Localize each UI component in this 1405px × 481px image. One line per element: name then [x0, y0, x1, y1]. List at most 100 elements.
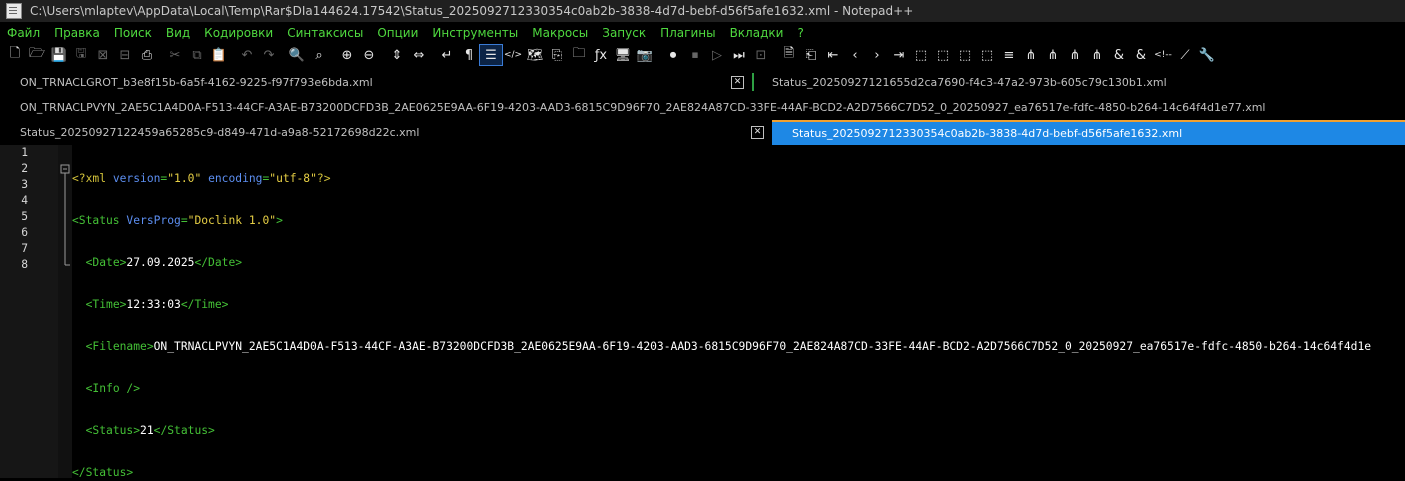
next-icon[interactable]: ›: [866, 45, 888, 65]
first-icon[interactable]: ⇤: [822, 45, 844, 65]
function-list-icon[interactable]: ⎘: [546, 45, 568, 65]
tab-bar: ON_TRNACLGROT_b3e8f15b-6a5f-4162-9225-f9…: [0, 70, 1405, 145]
redo-icon[interactable]: ↷: [258, 45, 280, 65]
save-all-icon[interactable]: 🖫: [70, 45, 92, 65]
save-icon[interactable]: 💾: [48, 45, 70, 65]
menu-item-12[interactable]: ?: [790, 26, 810, 40]
play-macro-icon[interactable]: ▷: [706, 45, 728, 65]
indent-guide-icon[interactable]: ☰: [479, 44, 503, 66]
close-tab-icon[interactable]: ✕: [751, 126, 764, 139]
undo-icon[interactable]: ↶: [236, 45, 258, 65]
ampersand-strike-icon[interactable]: &: [1130, 45, 1152, 65]
code-line-6: <Info />: [85, 382, 141, 395]
copy-icon[interactable]: ⧉: [186, 45, 208, 65]
paste-icon[interactable]: 📋: [208, 45, 230, 65]
tree-b-icon[interactable]: ⋔: [1042, 45, 1064, 65]
close-tab-icon[interactable]: ✕: [731, 76, 744, 89]
last-icon[interactable]: ⇥: [888, 45, 910, 65]
close-all-icon[interactable]: ⊟: [114, 45, 136, 65]
word-wrap-icon[interactable]: ↵: [436, 45, 458, 65]
sync-horizontal-icon[interactable]: ⇔: [408, 45, 430, 65]
tab-on-trnaclgrot[interactable]: ON_TRNACLGROT_b3e8f15b-6a5f-4162-9225-f9…: [0, 70, 750, 95]
xml-icon[interactable]: </>: [502, 45, 524, 65]
editor[interactable]: 1 2 3 4 5 6 7 8 <?xml version="1.0" encoding="u…: [0, 145, 1405, 478]
code-area[interactable]: <?xml version="1.0" encoding="utf-8"?> <…: [72, 145, 1405, 478]
show-all-chars-icon[interactable]: ¶: [458, 45, 480, 65]
menu-item-7[interactable]: Инструменты: [425, 26, 525, 40]
plugin-c-icon[interactable]: ⬚: [954, 45, 976, 65]
prev-icon[interactable]: ‹: [844, 45, 866, 65]
new-file-icon[interactable]: 🗋: [4, 45, 26, 65]
line-number: 8: [21, 258, 28, 271]
tab-on-trnaclpvyn[interactable]: ON_TRNACLPVYN_2AE5C1A4D0A-F513-44CF-A3AE…: [0, 95, 1405, 120]
tab-status-121655[interactable]: Status_20250927121655d2ca7690-f4c3-47a2-…: [752, 70, 1405, 95]
code-line-7: <Status>21</Status>: [85, 424, 215, 437]
doc-icon[interactable]: 🗎: [778, 45, 800, 65]
save-macro-icon[interactable]: ⊡: [750, 45, 772, 65]
plugin-b-icon[interactable]: ⬚: [932, 45, 954, 65]
menu-item-4[interactable]: Кодировки: [197, 26, 280, 40]
menu-item-1[interactable]: Правка: [47, 26, 107, 40]
menu-item-5[interactable]: Синтаксисы: [280, 26, 370, 40]
code-line-8: </Status>: [72, 466, 134, 478]
line-number: 6: [21, 226, 28, 239]
zoom-in-icon[interactable]: ⊕: [336, 45, 358, 65]
plugin-d-icon[interactable]: ⬚: [976, 45, 998, 65]
find-icon[interactable]: 🔍: [286, 45, 308, 65]
tab-status-123303-active[interactable]: Status_2025092712330354c0ab2b-3838-4d7d-…: [772, 120, 1405, 145]
fx-icon[interactable]: ƒx: [590, 45, 612, 65]
print-icon[interactable]: ⎙: [136, 45, 158, 65]
close-icon[interactable]: ⊠: [92, 45, 114, 65]
uncomment-icon[interactable]: ⟋: [1174, 45, 1196, 65]
tab-label: Status_2025092712330354c0ab2b-3838-4d7d-…: [792, 127, 1183, 140]
tab-label: ON_TRNACLPVYN_2AE5C1A4D0A-F513-44CF-A3AE…: [20, 101, 1266, 114]
record-macro-icon[interactable]: ⏺: [662, 45, 684, 65]
replace-icon[interactable]: ⌕: [308, 45, 330, 65]
menu-item-10[interactable]: Плагины: [653, 26, 722, 40]
tab-label: Status_20250927122459a65285c9-d849-471d-…: [20, 126, 420, 139]
comment-icon[interactable]: <!--: [1152, 45, 1174, 65]
menu-item-11[interactable]: Вкладки: [723, 26, 791, 40]
menu-item-6[interactable]: Опции: [370, 26, 425, 40]
code-line-4: <Time>12:33:03</Time>: [85, 298, 229, 311]
run-macro-multiple-icon[interactable]: ⏭: [728, 45, 750, 65]
code-line-3: <Date>27.09.2025</Date>: [85, 256, 243, 269]
sync-vertical-icon[interactable]: ⇕: [386, 45, 408, 65]
line-number: 2: [21, 162, 28, 175]
doc-switch-icon[interactable]: ⎗: [800, 45, 822, 65]
menu-item-3[interactable]: Вид: [159, 26, 197, 40]
notepad-app-icon: [6, 3, 22, 19]
fold-margin[interactable]: [58, 145, 72, 478]
line-number: 1: [21, 146, 28, 159]
stop-macro-icon[interactable]: ⏹: [684, 45, 706, 65]
tab-status-122459[interactable]: Status_20250927122459a65285c9-d849-471d-…: [0, 120, 770, 145]
menu-item-9[interactable]: Запуск: [595, 26, 653, 40]
menu-bar: Файл Правка Поиск Вид Кодировки Синтаксисы Опц…: [0, 22, 1405, 44]
open-file-icon[interactable]: 🗁: [26, 45, 48, 65]
tab-label: ON_TRNACLGROT_b3e8f15b-6a5f-4162-9225-f9…: [20, 76, 373, 89]
menu-item-0[interactable]: Файл: [0, 26, 47, 40]
line-number: 3: [21, 178, 28, 191]
ampersand-icon[interactable]: &: [1108, 45, 1130, 65]
title-bar: C:\Users\mlaptev\AppData\Local\Temp\Rar$…: [0, 0, 1405, 22]
wrench-icon[interactable]: 🔧: [1196, 45, 1218, 65]
line-number: 7: [21, 242, 28, 255]
screenshot-icon[interactable]: 📷: [634, 45, 656, 65]
line-number: 5: [21, 210, 28, 223]
menu-item-8[interactable]: Макросы: [525, 26, 595, 40]
line-number-gutter: 1 2 3 4 5 6 7 8: [0, 145, 58, 478]
cut-icon[interactable]: ✂: [164, 45, 186, 65]
menu-item-2[interactable]: Поиск: [107, 26, 159, 40]
folder-workspace-icon[interactable]: 🗀: [568, 45, 590, 65]
tab-row-3: Status_20250927122459a65285c9-d849-471d-…: [0, 120, 1405, 145]
monitor-icon[interactable]: 🖥: [612, 45, 634, 65]
tree-c-icon[interactable]: ⋔: [1064, 45, 1086, 65]
toolbar: 🗋 🗁 💾 🖫 ⊠ ⊟ ⎙ ✂ ⧉ 📋 ↶ ↷ 🔍 ⌕ ⊕ ⊖ ⇕ ⇔ ↵ ¶ ☰ </> 🗺 ⎘ 🗀 ƒx 🖥 📷 ⏺ ⏹ ▷ ⏭ ⊡ 🗎 ⎗ ⇤ ‹…: [0, 44, 1405, 66]
document-map-icon[interactable]: 🗺: [524, 45, 546, 65]
tree-a-icon[interactable]: ⋔: [1020, 45, 1042, 65]
zoom-out-icon[interactable]: ⊖: [358, 45, 380, 65]
tree-d-icon[interactable]: ⋔: [1086, 45, 1108, 65]
plugin-e-icon[interactable]: ≡: [998, 45, 1020, 65]
plugin-a-icon[interactable]: ⬚: [910, 45, 932, 65]
tab-row-2: ON_TRNACLPVYN_2AE5C1A4D0A-F513-44CF-A3AE…: [0, 95, 1405, 120]
